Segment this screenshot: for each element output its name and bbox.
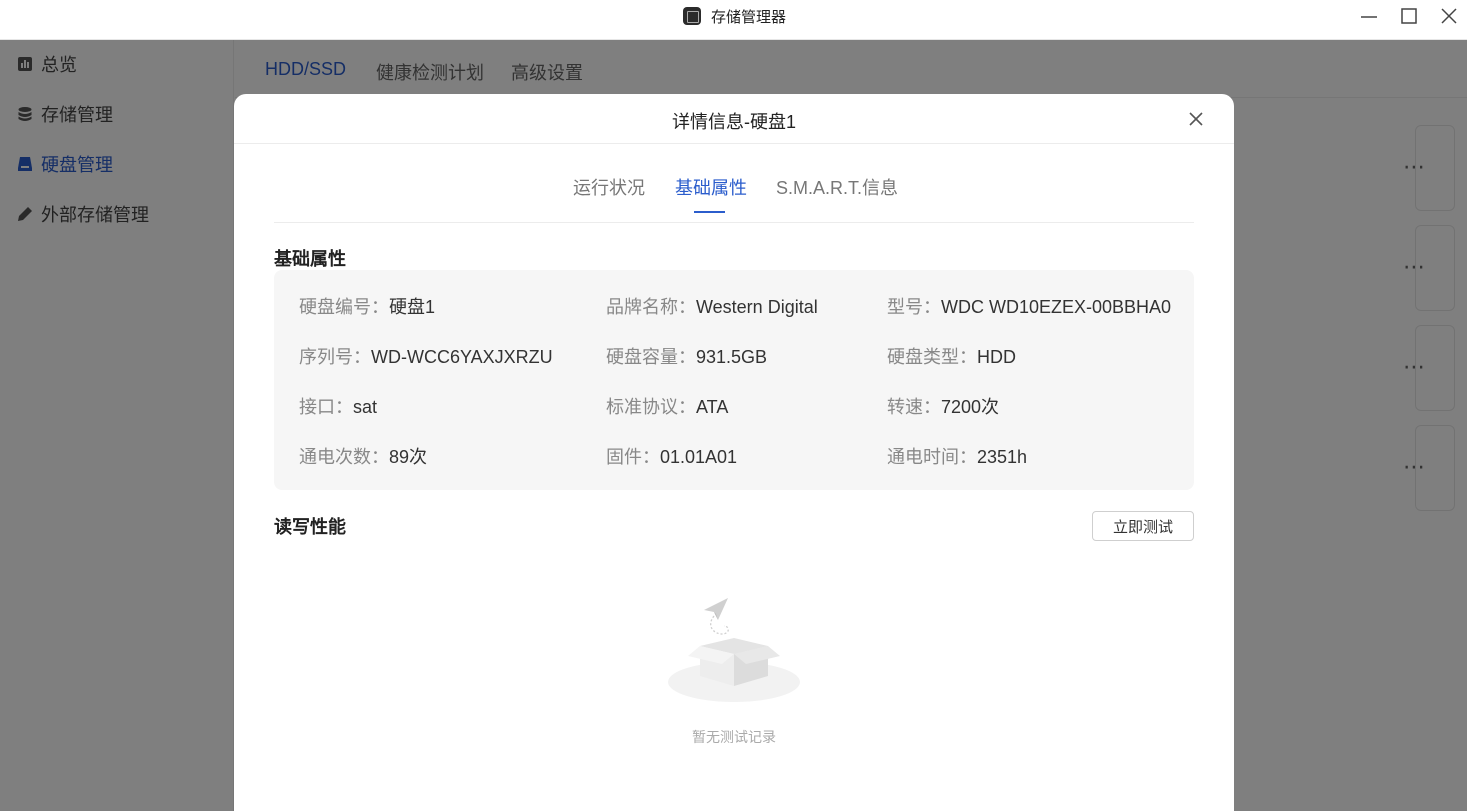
minimize-icon (1361, 16, 1377, 18)
app-title-group: 存储管理器 (683, 6, 786, 26)
test-now-button[interactable]: 立即测试 (1092, 511, 1194, 541)
prop-disk-number: 硬盘编号：硬盘1 (299, 297, 436, 317)
empty-box-illustration (668, 598, 800, 702)
dialog-close-button[interactable] (1186, 109, 1206, 129)
tab-indicator (694, 211, 725, 213)
basic-properties-heading: 基础属性 (274, 249, 346, 269)
empty-state-text: 暂无测试记录 (692, 729, 776, 745)
prop-model: 型号：WDC WD10EZEX-00BBHA0 (887, 297, 1172, 317)
rw-performance-heading: 读写性能 (274, 517, 346, 537)
dialog-header: 详情信息-硬盘1 (234, 94, 1234, 144)
prop-serial: 序列号：WD-WCC6YAXJXRZU (299, 347, 553, 367)
dialog-tabs: 运行状况 基础属性 S.M.A.R.T.信息 (274, 144, 1194, 223)
maximize-button[interactable] (1396, 4, 1422, 28)
minimize-button[interactable] (1356, 4, 1382, 28)
title-bar: 存储管理器 (0, 0, 1467, 40)
close-window-button[interactable] (1436, 4, 1462, 28)
prop-power-cycles: 通电次数：89次 (299, 447, 428, 467)
tab-basic-properties[interactable]: 基础属性 (675, 174, 747, 200)
prop-capacity: 硬盘容量：931.5GB (606, 347, 768, 367)
prop-firmware: 固件：01.01A01 (606, 447, 738, 467)
prop-interface: 接口：sat (299, 397, 378, 417)
close-icon (1441, 8, 1457, 24)
prop-power-on-hours: 通电时间：2351h (887, 447, 1028, 467)
disk-detail-dialog: 详情信息-硬盘1 运行状况 基础属性 S.M.A.R.T.信息 基础属性 硬盘编… (234, 94, 1234, 811)
properties-panel: 硬盘编号：硬盘1 品牌名称：Western Digital 型号：WDC WD1… (274, 270, 1194, 490)
prop-protocol: 标准协议：ATA (606, 397, 729, 417)
prop-rpm: 转速：7200次 (887, 397, 1000, 417)
prop-brand: 品牌名称：Western Digital (606, 297, 818, 317)
tab-smart-info[interactable]: S.M.A.R.T.信息 (776, 174, 898, 200)
app-icon (683, 7, 701, 25)
tab-running-status[interactable]: 运行状况 (573, 174, 645, 200)
prop-disk-type: 硬盘类型：HDD (887, 347, 1016, 367)
window-title: 存储管理器 (711, 8, 787, 26)
maximize-icon (1401, 8, 1417, 24)
close-icon (1189, 112, 1203, 126)
dialog-title: 详情信息-硬盘1 (671, 112, 796, 132)
